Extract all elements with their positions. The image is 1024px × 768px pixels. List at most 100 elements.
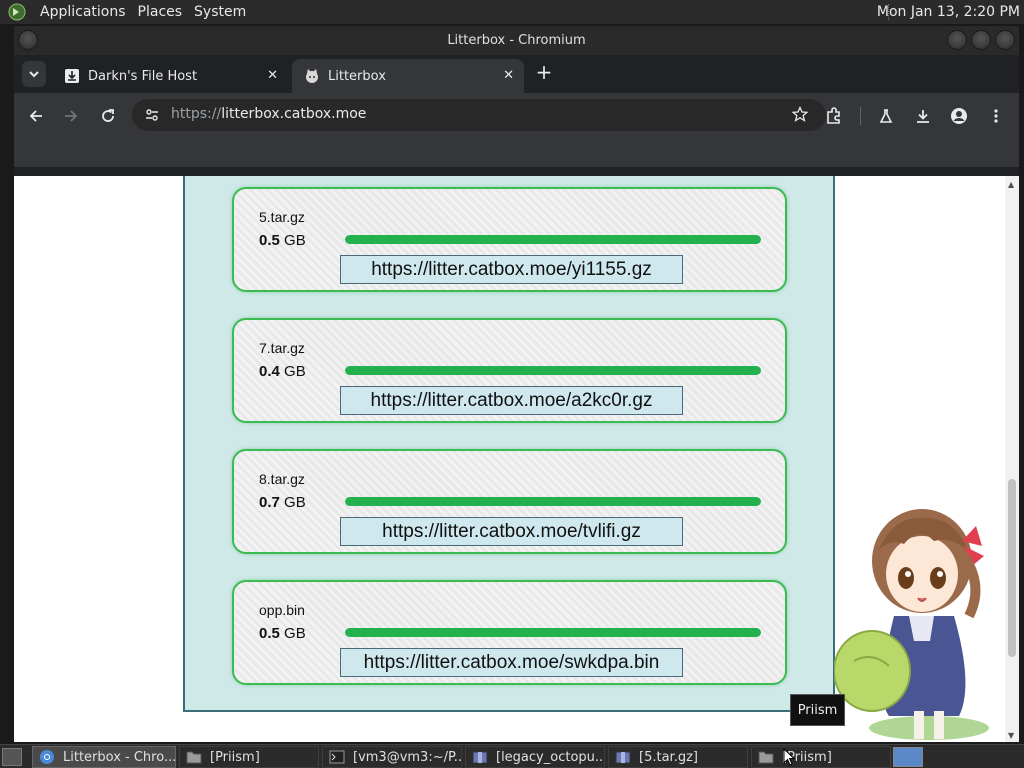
upload-progress-bar — [345, 235, 761, 244]
top-panel: Applications Places System Mon Jan 13, 2… — [0, 0, 1024, 24]
new-tab-button[interactable]: + — [534, 62, 554, 83]
file-size-unit: GB — [284, 363, 306, 380]
progress-fill — [345, 366, 761, 375]
file-name: 8.tar.gz — [259, 471, 305, 487]
file-link[interactable]: https://litter.catbox.moe/swkdpa.bin — [340, 648, 683, 677]
page-viewport: 5.tar.gz 0.5 GB https://litter.catbox.mo… — [14, 176, 1019, 742]
show-desktop-button[interactable] — [2, 748, 22, 766]
distro-logo-icon[interactable] — [6, 1, 28, 23]
taskbar-tooltip: Priism — [790, 694, 845, 726]
workspace-switcher[interactable] — [893, 747, 923, 767]
task-label: [vm3@vm3:~/P... — [353, 749, 462, 765]
file-size-unit: GB — [284, 232, 306, 249]
chromium-icon — [39, 749, 55, 765]
close-window-button[interactable] — [995, 30, 1015, 50]
window-menu-button[interactable] — [18, 30, 38, 50]
file-size-value: 0.5 — [259, 625, 280, 642]
tab-label: Darkn's File Host — [88, 68, 198, 84]
minimize-button[interactable] — [947, 30, 967, 50]
progress-fill — [345, 497, 761, 506]
progress-fill — [345, 628, 761, 637]
scrollbar-thumb[interactable] — [1008, 479, 1016, 657]
file-size-value: 0.7 — [259, 494, 280, 511]
site-settings-icon[interactable] — [144, 107, 160, 127]
archive-icon — [472, 749, 488, 765]
chevron-down-icon — [29, 71, 39, 78]
url-text: https://litterbox.catbox.moe — [171, 106, 366, 122]
page-scrollbar[interactable]: ▲ ▼ — [1005, 176, 1019, 742]
upload-progress-bar — [345, 366, 761, 375]
taskbar-item-terminal[interactable]: [vm3@vm3:~/P... — [322, 746, 462, 768]
file-name: 7.tar.gz — [259, 340, 305, 356]
tab-litterbox[interactable]: Litterbox ✕ — [292, 59, 524, 93]
file-size-unit: GB — [284, 494, 306, 511]
file-size-unit: GB — [284, 625, 306, 642]
reload-icon[interactable] — [98, 106, 118, 126]
browser-toolbar: https://litterbox.catbox.moe — [14, 93, 1019, 139]
close-icon[interactable]: ✕ — [503, 68, 514, 83]
task-label: [5.tar.gz] — [639, 749, 698, 765]
folder-icon — [186, 749, 202, 765]
address-bar[interactable]: https://litterbox.catbox.moe — [132, 99, 826, 131]
menu-applications[interactable]: Applications — [34, 4, 132, 20]
clock[interactable]: Mon Jan 13, 2:20 PM — [877, 0, 1020, 24]
file-size: 0.4 GB — [259, 363, 306, 380]
file-size: 0.5 GB — [259, 625, 306, 642]
archive-icon — [615, 749, 631, 765]
browser-window: Litterbox - Chromium Darkn's File Host ✕… — [14, 26, 1019, 742]
menu-places[interactable]: Places — [132, 4, 189, 20]
taskbar-item-5-tar-gz[interactable]: [5.tar.gz] — [608, 746, 748, 768]
downloads-icon[interactable] — [913, 106, 933, 126]
tab-darkns-file-host[interactable]: Darkn's File Host ✕ — [52, 59, 288, 93]
url-host: litterbox.catbox.moe — [221, 106, 367, 122]
file-size-value: 0.5 — [259, 232, 280, 249]
tab-search-button[interactable] — [22, 61, 46, 87]
file-name: 5.tar.gz — [259, 209, 305, 225]
download-icon — [64, 68, 80, 84]
maximize-button[interactable] — [971, 30, 991, 50]
menu-system[interactable]: System — [188, 4, 252, 20]
uploads-panel: 5.tar.gz 0.5 GB https://litter.catbox.mo… — [183, 176, 835, 712]
file-link[interactable]: https://litter.catbox.moe/tvlifi.gz — [340, 517, 683, 546]
folder-icon — [758, 749, 774, 765]
back-arrow-icon[interactable] — [26, 106, 46, 126]
upload-card: 8.tar.gz 0.7 GB https://litter.catbox.mo… — [232, 449, 787, 554]
bottom-taskbar: Litterbox - Chro... [Priism] [vm3@vm3:~/… — [0, 744, 1024, 768]
mouse-cursor-icon — [783, 748, 795, 766]
tab-label: Litterbox — [328, 68, 386, 84]
file-size: 0.5 GB — [259, 232, 306, 249]
task-label: [legacy_octopu... — [496, 749, 605, 765]
forward-arrow-icon[interactable] — [61, 106, 81, 126]
task-label: Litterbox - Chro... — [63, 749, 176, 765]
upload-card: 5.tar.gz 0.5 GB https://litter.catbox.mo… — [232, 187, 787, 292]
file-size: 0.7 GB — [259, 494, 306, 511]
bookmarks-bar — [14, 139, 1019, 167]
toolbar-separator — [860, 107, 861, 125]
file-name: opp.bin — [259, 602, 305, 618]
kebab-menu-icon[interactable] — [986, 106, 1006, 126]
tab-strip: Darkn's File Host ✕ Litterbox ✕ + — [14, 55, 1019, 93]
anime-girl-mascot-illustration — [834, 509, 989, 740]
taskbar-item-legacy-octopus[interactable]: [legacy_octopu... — [465, 746, 605, 768]
file-link[interactable]: https://litter.catbox.moe/a2kc0r.gz — [340, 386, 683, 415]
progress-fill — [345, 235, 761, 244]
window-titlebar[interactable]: Litterbox - Chromium — [14, 26, 1019, 55]
task-label: [Priism] — [210, 749, 260, 765]
extensions-puzzle-icon[interactable] — [824, 106, 844, 126]
window-title: Litterbox - Chromium — [447, 33, 586, 48]
profile-avatar-icon[interactable] — [949, 106, 969, 126]
taskbar-item-priism[interactable]: [Priism] — [179, 746, 319, 768]
file-link[interactable]: https://litter.catbox.moe/yi1155.gz — [340, 255, 683, 284]
upload-card: 7.tar.gz 0.4 GB https://litter.catbox.mo… — [232, 318, 787, 423]
taskbar-item-litterbox[interactable]: Litterbox - Chro... — [32, 746, 176, 768]
scroll-up-arrow-icon[interactable]: ▲ — [1008, 180, 1014, 189]
cat-favicon-icon — [304, 68, 320, 84]
upload-progress-bar — [345, 628, 761, 637]
close-icon[interactable]: ✕ — [267, 68, 278, 83]
bookmark-star-icon[interactable] — [791, 105, 809, 126]
taskbar-item-priism-2[interactable]: [Priism] — [751, 746, 891, 768]
upload-card: opp.bin 0.5 GB https://litter.catbox.moe… — [232, 580, 787, 685]
terminal-icon — [329, 749, 345, 765]
scroll-down-arrow-icon[interactable]: ▼ — [1008, 731, 1014, 740]
labs-flask-icon[interactable] — [876, 106, 896, 126]
